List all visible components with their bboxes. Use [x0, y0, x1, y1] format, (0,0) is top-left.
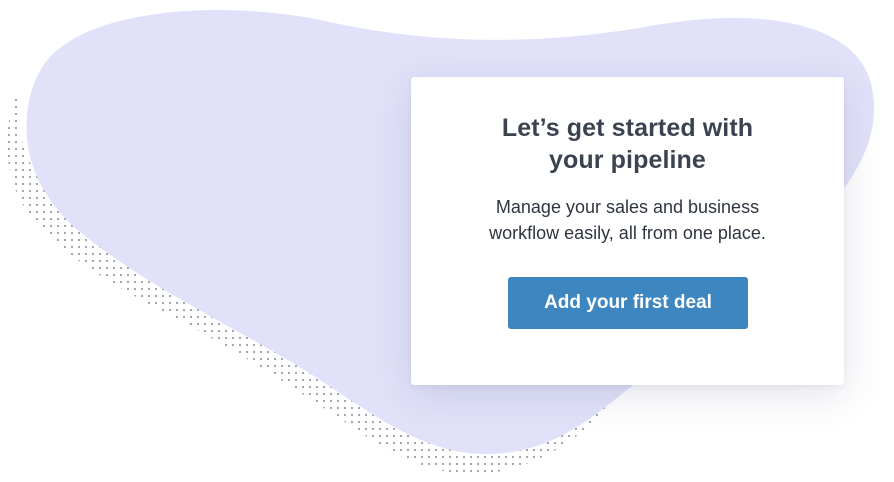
card-title-line-2: your pipeline: [549, 146, 706, 174]
card-description: Manage your sales and business workflow …: [411, 194, 844, 246]
card-title-line-1: Let’s get started with: [501, 114, 754, 142]
add-first-deal-button[interactable]: Add your first deal: [508, 277, 748, 329]
card-title: Let’s get started with your pipeline: [411, 112, 844, 176]
card-description-line-2: workflow easily, all from one place.: [489, 223, 766, 243]
empty-state-screen: Let’s get started with your pipeline Man…: [0, 0, 894, 482]
onboarding-card: Let’s get started with your pipeline Man…: [411, 77, 844, 385]
card-description-line-1: Manage your sales and business: [495, 197, 760, 217]
